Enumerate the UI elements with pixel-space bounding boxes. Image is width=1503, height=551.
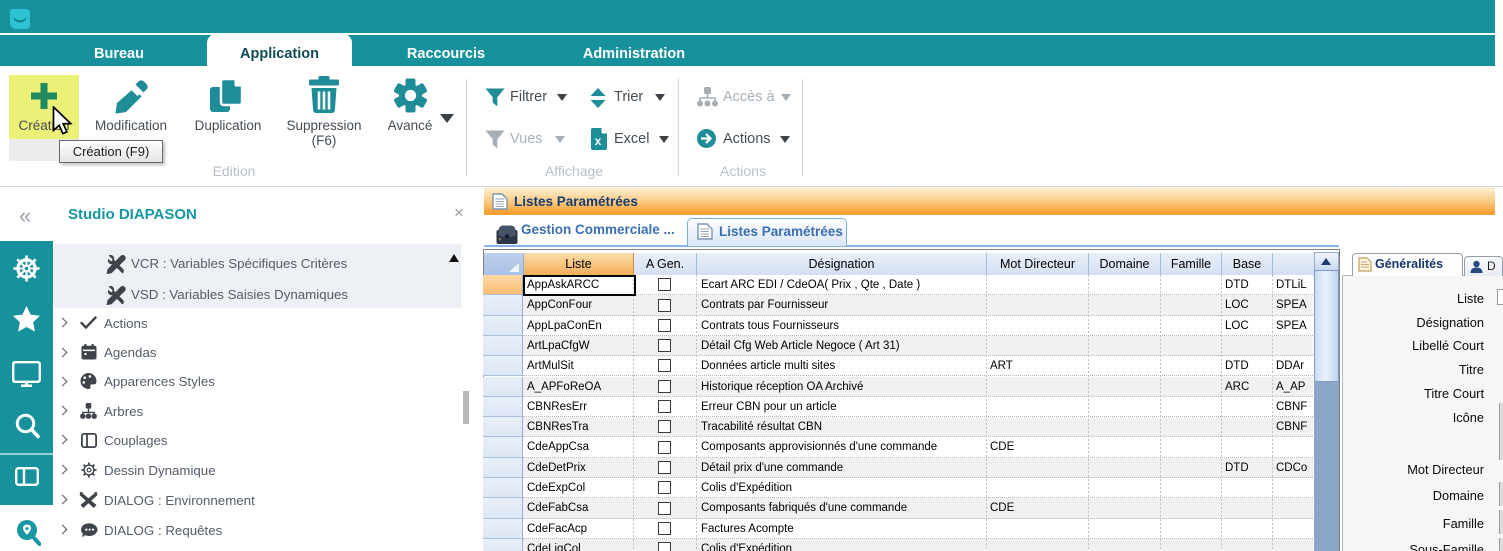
- svg-text:x: x: [595, 134, 602, 148]
